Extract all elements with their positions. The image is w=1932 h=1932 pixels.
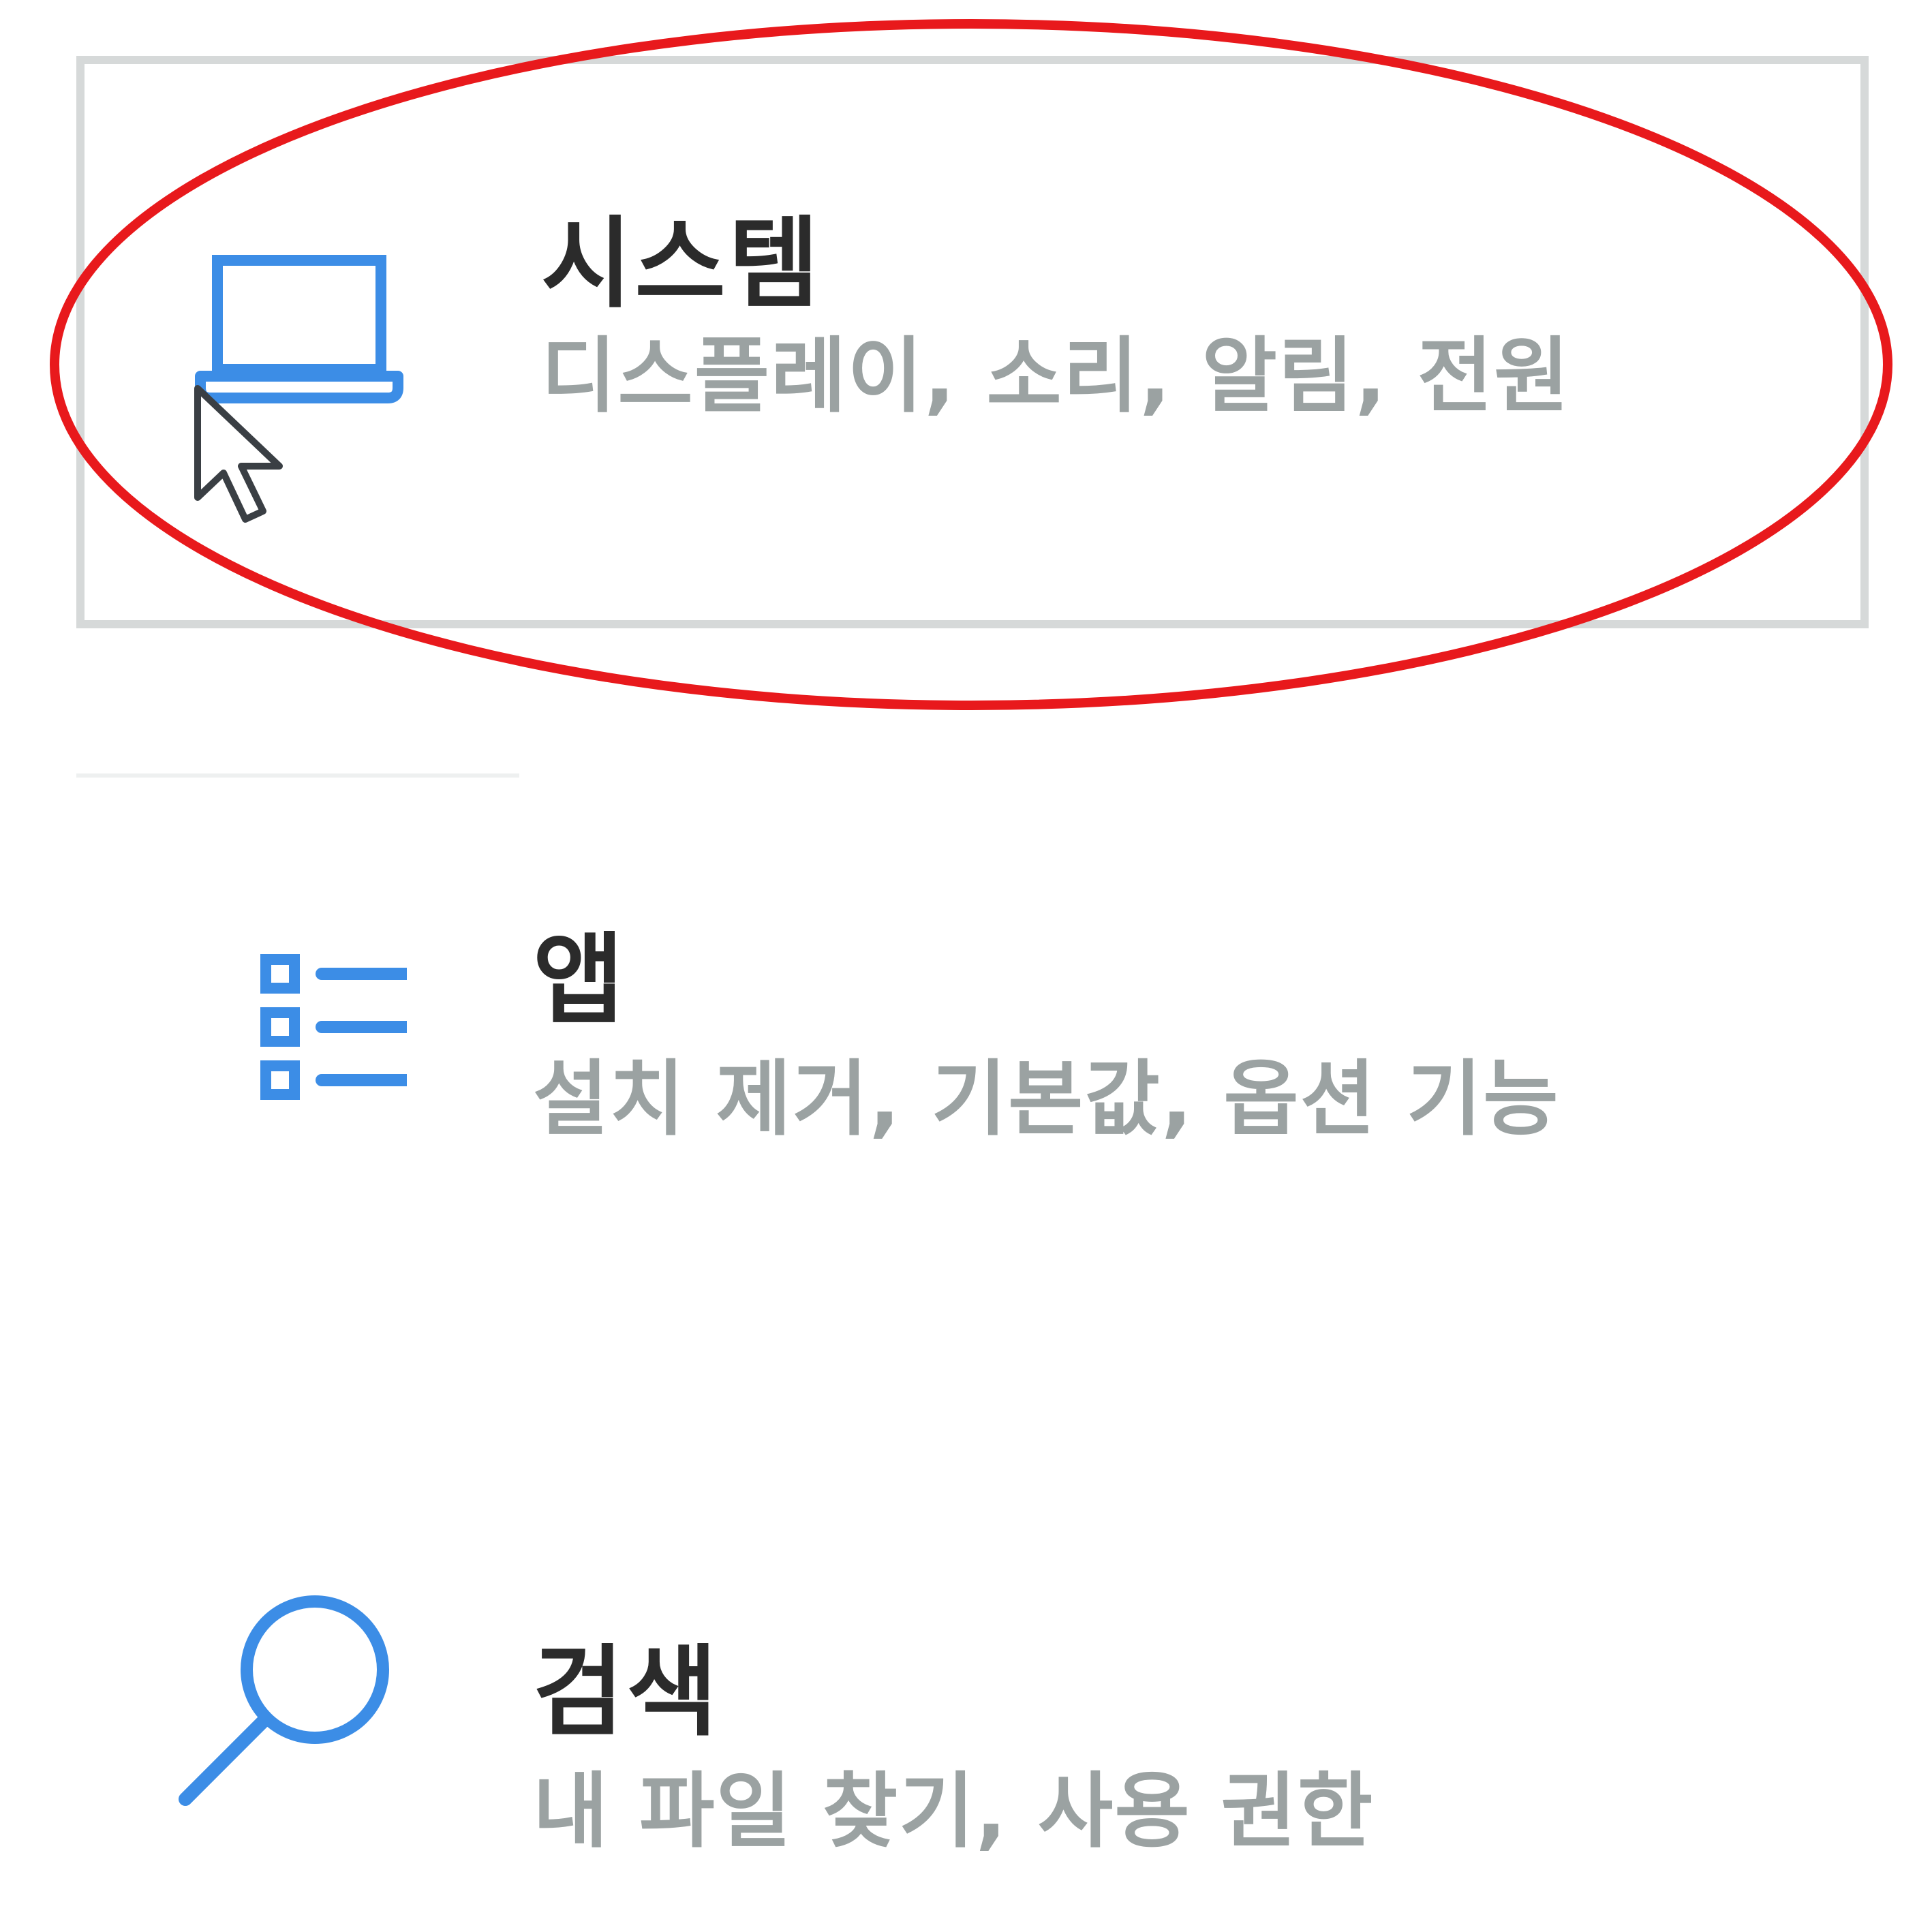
tile-title: 시스템 [541,206,823,322]
tile-description: 설치 제거, 기본값, 옵션 기능 [533,1052,1560,1147]
settings-tile-search[interactable]: 검색 내 파일 찾기, 사용 권한 [76,1492,1869,1895]
tile-title: 검색 [533,1635,720,1750]
tile-description: 디스플레이, 소리, 알림, 전원 [541,329,1571,424]
search-icon [179,1595,389,1806]
mouse-pointer-icon [194,385,283,523]
tile-title: 앱 [533,923,627,1038]
tile-description: 내 파일 찾기, 사용 권한 [533,1764,1375,1859]
settings-tile-system[interactable]: 시스템 디스플레이, 소리, 알림, 전원 [76,56,1869,628]
app-list-icon [257,954,407,1100]
settings-tile-apps[interactable]: 앱 설치 제거, 기본값, 옵션 기능 [76,773,1869,1346]
